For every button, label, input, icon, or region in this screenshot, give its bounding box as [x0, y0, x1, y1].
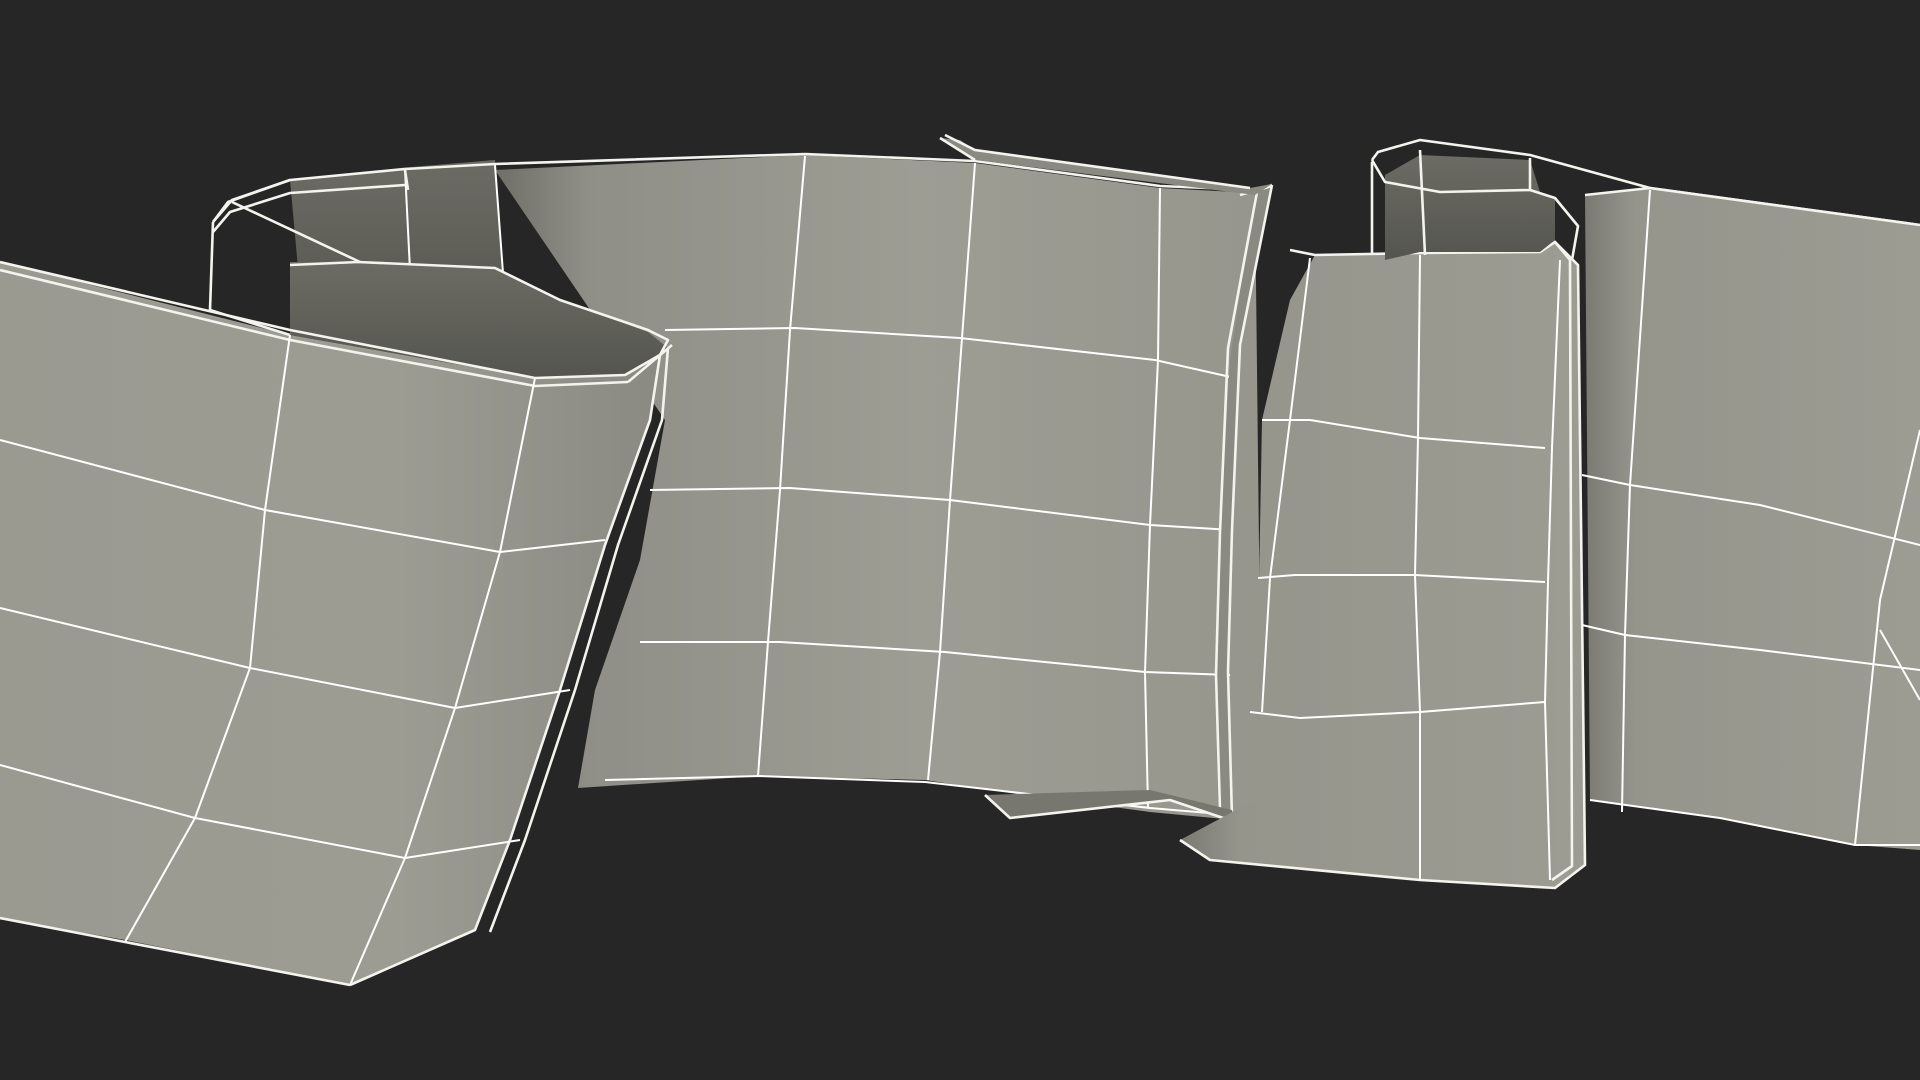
ribbon-banner-render: [0, 133, 1920, 987]
3d-viewport[interactable]: [0, 0, 1920, 1080]
far-right-band: [1581, 186, 1920, 850]
front-left-band: [0, 260, 673, 987]
far-right-surface: [1585, 188, 1920, 850]
